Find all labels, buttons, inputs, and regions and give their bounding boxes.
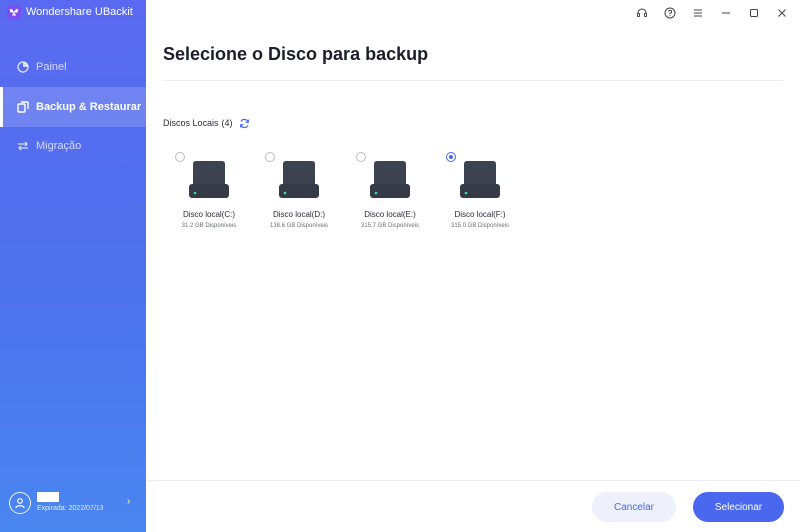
disk-radio-selected[interactable] — [446, 152, 456, 162]
maximize-icon[interactable] — [740, 4, 768, 22]
user-avatar-icon — [9, 492, 31, 514]
user-name-redacted — [37, 492, 59, 502]
hard-drive-icon — [279, 161, 319, 198]
sidebar: Wondershare UBackit Painel Backup & Rest… — [0, 0, 146, 532]
disk-name: Disco local(C:) — [182, 210, 235, 219]
minimize-icon[interactable] — [712, 4, 740, 22]
divider — [163, 80, 783, 81]
section-label: Discos Locais — [163, 118, 219, 128]
butterfly-logo-icon — [7, 5, 21, 19]
page-title: Selecione o Disco para backup — [163, 44, 429, 64]
disk-name: Disco local(F:) — [454, 210, 506, 219]
refresh-icon[interactable] — [239, 118, 250, 129]
disk-free-space: 315.0 GB Disponíveis — [450, 223, 510, 229]
sidebar-item-migracao[interactable]: Migração — [0, 126, 146, 166]
disk-radio[interactable] — [175, 152, 185, 162]
hard-drive-icon — [370, 161, 410, 198]
close-icon[interactable] — [768, 4, 796, 22]
hard-drive-icon — [460, 161, 500, 198]
disk-radio[interactable] — [265, 152, 275, 162]
brand: Wondershare UBackit — [7, 4, 133, 20]
sidebar-item-label: Migração — [36, 140, 82, 152]
footer-divider — [146, 480, 800, 481]
license-expiry: Expirada: 2022/07/13 — [37, 505, 104, 512]
headset-icon[interactable] — [628, 4, 656, 22]
menu-icon[interactable] — [684, 4, 712, 22]
disk-count: (4) — [221, 118, 233, 128]
disk-radio[interactable] — [356, 152, 366, 162]
disk-free-space: 31.2 GB Disponíveis — [181, 223, 237, 229]
disk-free-space: 138.6 GB Disponíveis — [269, 223, 329, 229]
disk-free-space: 315.7 GB Disponíveis — [360, 223, 420, 229]
sidebar-item-painel[interactable]: Painel — [0, 47, 146, 87]
disk-card-c[interactable]: Disco local(C:) 31.2 GB Disponíveis — [175, 150, 255, 240]
cancel-button[interactable]: Cancelar — [592, 492, 676, 522]
sidebar-item-label: Painel — [36, 61, 67, 73]
sidebar-item-backup-restaurar[interactable]: Backup & Restaurar — [0, 87, 146, 127]
select-button[interactable]: Selecionar — [693, 492, 784, 522]
backup-icon — [17, 101, 29, 113]
disk-name: Disco local(D:) — [272, 210, 325, 219]
disk-card-d[interactable]: Disco local(D:) 138.6 GB Disponíveis — [265, 150, 345, 240]
help-icon[interactable] — [656, 4, 684, 22]
chevron-right-icon[interactable]: › — [127, 496, 130, 507]
app-title: Wondershare UBackit — [26, 6, 133, 18]
window-controls — [628, 4, 796, 22]
sidebar-item-label: Backup & Restaurar — [36, 101, 142, 113]
disk-card-e[interactable]: Disco local(E:) 315.7 GB Disponíveis — [356, 150, 436, 240]
disk-card-f[interactable]: Disco local(F:) 315.0 GB Disponíveis — [446, 150, 526, 240]
pie-chart-icon — [17, 61, 29, 73]
disk-name: Disco local(E:) — [364, 210, 416, 219]
user-account[interactable]: Expirada: 2022/07/13 › — [0, 484, 146, 524]
local-disks-header: Discos Locais (4) — [163, 117, 250, 129]
hard-drive-icon — [189, 161, 229, 198]
migration-arrows-icon — [17, 140, 29, 152]
